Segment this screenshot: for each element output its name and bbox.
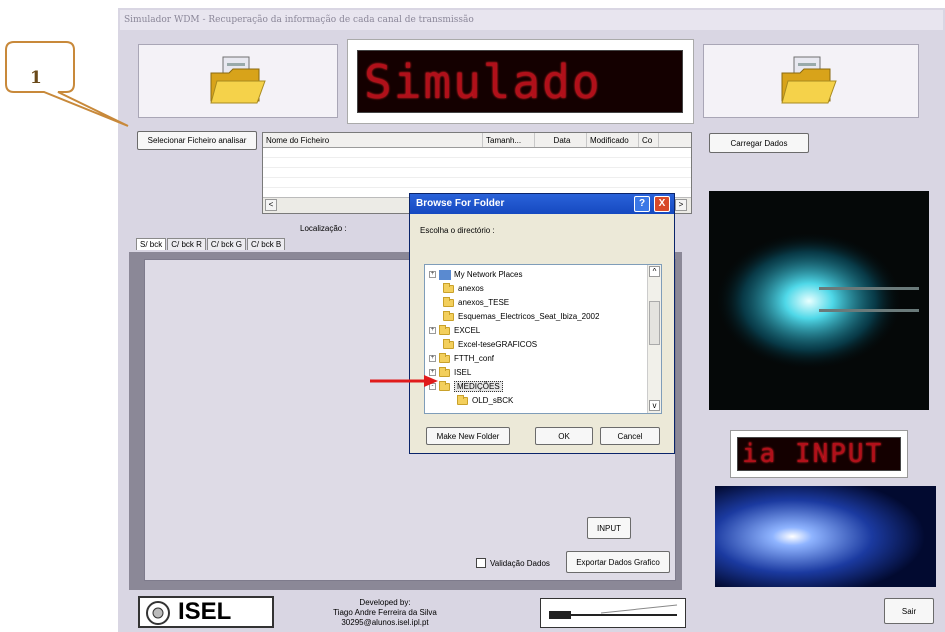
folder-icon [439, 324, 450, 335]
location-label: Localização : [300, 224, 347, 233]
credits: Developed by: Tiago Andre Ferreira da Si… [310, 598, 460, 628]
fiber-cable-icon [549, 604, 678, 619]
isel-logo-text: ISEL [178, 598, 232, 625]
dialog-titlebar[interactable]: Browse For Folder ? X [410, 194, 674, 214]
folder-icon [457, 394, 468, 405]
tab-bck-r[interactable]: C/ bck R [167, 238, 206, 250]
binary-light-image [715, 486, 936, 587]
folder-icon [443, 338, 454, 349]
column-header-extra[interactable]: Co [639, 133, 659, 147]
cancel-button[interactable]: Cancel [600, 427, 660, 445]
tree-item[interactable]: + EXCEL [429, 324, 480, 337]
expand-icon[interactable]: + [429, 271, 436, 278]
tree-item-label: ISEL [454, 368, 472, 377]
folder-icon [439, 380, 450, 391]
folder-icon [439, 366, 450, 377]
tree-item[interactable]: + FTTH_conf [429, 352, 494, 365]
network-icon [439, 269, 451, 280]
folder-icon [443, 310, 454, 321]
tab-strip: S/ bck C/ bck R C/ bck G C/ bck B [136, 238, 286, 250]
scroll-right-icon[interactable]: > [675, 199, 687, 211]
tree-item-label: Excel-teseGRAFICOS [458, 340, 538, 349]
tab-no-bck[interactable]: S/ bck [136, 238, 167, 250]
row-divider [263, 167, 691, 168]
tree-item-label: anexos_TESE [458, 298, 510, 307]
tree-item-label: FTTH_conf [454, 354, 495, 363]
tree-item[interactable]: anexos [443, 282, 484, 295]
tab-bck-g[interactable]: C/ bck G [206, 238, 247, 250]
tree-item[interactable]: Excel-teseGRAFICOS [443, 338, 537, 351]
row-divider [263, 157, 691, 158]
author-name: Tiago Andre Ferreira da Silva [333, 608, 437, 617]
scroll-left-icon[interactable]: < [265, 199, 277, 211]
tree-item-label: Esquemas_Electricos_Seat_Ibiza_2002 [458, 312, 600, 321]
row-divider [263, 177, 691, 178]
ok-button[interactable]: OK [535, 427, 593, 445]
column-header-date[interactable]: Data [535, 133, 587, 147]
folder-panel-left[interactable] [138, 44, 338, 118]
exit-button[interactable]: Sair [884, 598, 934, 624]
folder-tree[interactable]: + My Network Places anexos anexos_TESE E… [424, 264, 662, 414]
callout-bubble [5, 41, 129, 127]
folder-icon [443, 282, 454, 293]
tree-item-label: OLD_sBCK [472, 396, 514, 405]
folder-panel-right[interactable] [703, 44, 919, 118]
tree-scrollbar[interactable]: ^ v [647, 265, 661, 413]
open-folder-icon [210, 56, 266, 104]
folder-icon [443, 296, 454, 307]
make-new-folder-button[interactable]: Make New Folder [426, 427, 510, 445]
developed-by: Developed by: [359, 598, 411, 607]
validation-checkbox[interactable] [476, 558, 486, 568]
red-arrow-icon [370, 375, 438, 387]
column-header-name[interactable]: Nome do Ficheiro [263, 133, 483, 147]
isel-logo: ISEL [138, 596, 274, 628]
blue-led-image [709, 191, 929, 410]
isel-emblem-icon [146, 601, 170, 625]
tree-item[interactable]: OLD_sBCK [457, 394, 513, 407]
tree-item-label: MEDIÇÕES [454, 381, 503, 392]
load-data-button[interactable]: Carregar Dados [709, 133, 809, 153]
led-display-top: Simulado [357, 50, 683, 113]
fiber-logo [540, 598, 686, 628]
validation-label: Validação Dados [490, 559, 550, 568]
tree-item-label: My Network Places [454, 270, 523, 279]
tree-item[interactable]: Esquemas_Electricos_Seat_Ibiza_2002 [443, 310, 599, 323]
tree-item-selected[interactable]: - MEDIÇÕES [429, 380, 503, 393]
tree-item[interactable]: + My Network Places [429, 268, 522, 281]
tree-item[interactable]: anexos_TESE [443, 296, 509, 309]
folder-icon [439, 352, 450, 363]
led-display-right: ia INPUT [737, 437, 901, 471]
tree-item-label: anexos [458, 284, 484, 293]
dialog-title: Browse For Folder [416, 198, 505, 209]
author-email: 30295@alunos.isel.ipl.pt [341, 618, 429, 627]
dialog-prompt: Escolha o directório : [420, 226, 495, 235]
tree-item-label: EXCEL [454, 326, 481, 335]
column-header-modified[interactable]: Modificado [587, 133, 639, 147]
scroll-down-icon[interactable]: v [649, 400, 660, 411]
led-photo [709, 191, 929, 410]
window-title: Simulador WDM - Recuperação da informaçã… [120, 10, 943, 30]
input-button[interactable]: INPUT [587, 517, 631, 539]
expand-icon[interactable]: + [429, 327, 436, 334]
column-header-size[interactable]: Tamanh... [483, 133, 535, 147]
callout-number: 1 [30, 68, 42, 88]
help-icon[interactable]: ? [634, 196, 650, 212]
row-divider [263, 187, 691, 188]
export-button[interactable]: Exportar Dados Grafico [566, 551, 670, 573]
file-table-header: Nome do Ficheiro Tamanh... Data Modifica… [263, 133, 691, 148]
select-file-button[interactable]: Selecionar Ficheiro analisar [137, 131, 257, 150]
browse-folder-dialog: Browse For Folder ? X Escolha o directór… [409, 193, 675, 454]
expand-icon[interactable]: + [429, 355, 436, 362]
tab-bck-b[interactable]: C/ bck B [247, 238, 286, 250]
binary-image [715, 486, 936, 587]
scroll-up-icon[interactable]: ^ [649, 266, 660, 277]
scroll-thumb[interactable] [649, 301, 660, 345]
close-icon[interactable]: X [654, 196, 670, 212]
open-folder-icon [781, 56, 837, 104]
